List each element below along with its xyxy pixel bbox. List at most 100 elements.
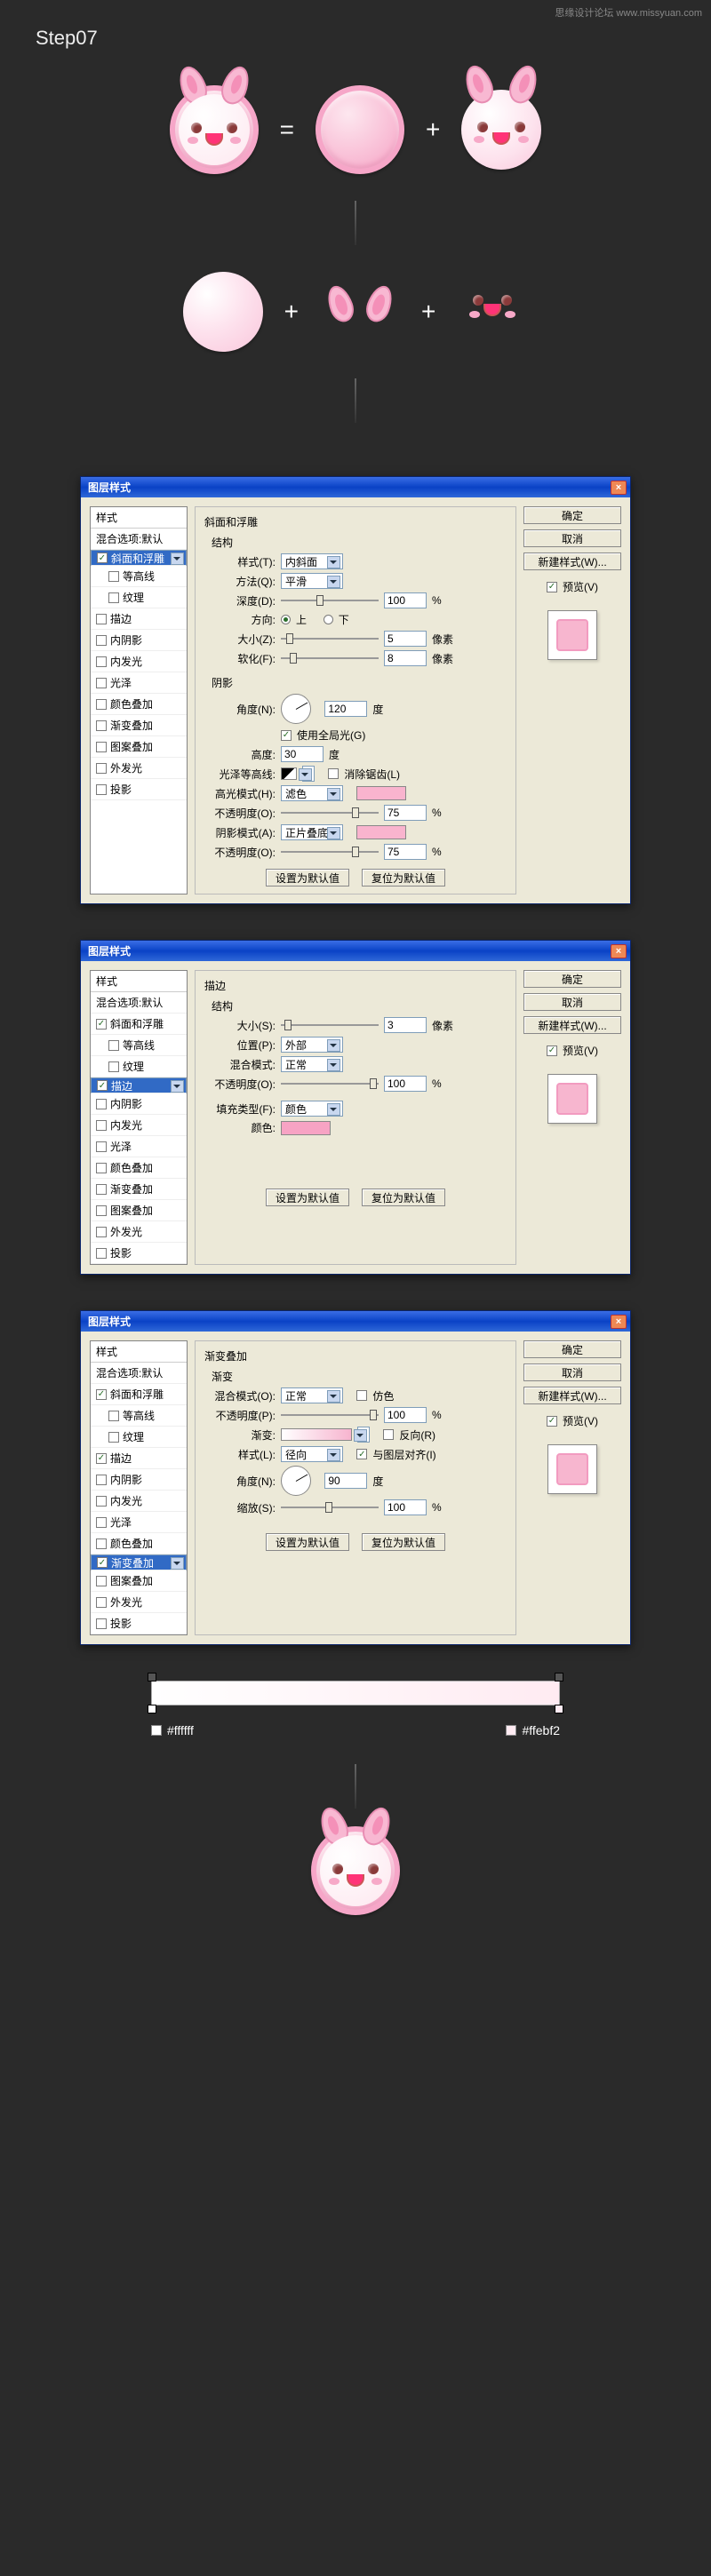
- input-opacity[interactable]: 100: [384, 1407, 427, 1423]
- list-item-coloroverlay[interactable]: 颜色叠加: [91, 1533, 187, 1554]
- cancel-button[interactable]: 取消: [523, 1364, 621, 1381]
- list-item-bevel[interactable]: 斜面和浮雕: [91, 550, 187, 566]
- checkbox-icon[interactable]: [96, 1618, 107, 1629]
- input-shadow-opacity[interactable]: 75: [384, 844, 427, 860]
- list-item-outerglow[interactable]: 外发光: [91, 1592, 187, 1613]
- list-item-innershadow[interactable]: 内阴影: [91, 1093, 187, 1115]
- select-shadow-mode[interactable]: 正片叠底: [281, 824, 343, 840]
- checkbox-preview[interactable]: [547, 1416, 557, 1427]
- list-item-stroke[interactable]: 描边: [91, 1448, 187, 1469]
- list-item-contour[interactable]: 等高线: [91, 1035, 187, 1056]
- checkbox-icon[interactable]: [108, 1040, 119, 1051]
- list-item-texture[interactable]: 纹理: [91, 1056, 187, 1077]
- style-list[interactable]: 样式 混合选项:默认 斜面和浮雕 等高线 纹理 描边 内阴影 内发光 光泽 颜色…: [90, 1340, 188, 1635]
- select-gradstyle[interactable]: 径向: [281, 1446, 343, 1462]
- select-blendmode[interactable]: 正常: [281, 1387, 343, 1403]
- slider-shadow-opacity[interactable]: [281, 845, 379, 859]
- radio-up[interactable]: [281, 615, 291, 624]
- checkbox-icon[interactable]: [96, 742, 107, 752]
- list-header-styles[interactable]: 样式: [91, 1341, 187, 1363]
- list-item-gradoverlay[interactable]: 渐变叠加: [91, 1179, 187, 1200]
- checkbox-icon[interactable]: [96, 1576, 107, 1586]
- list-item-texture[interactable]: 纹理: [91, 1427, 187, 1448]
- list-item-texture[interactable]: 纹理: [91, 587, 187, 608]
- close-icon[interactable]: ×: [611, 481, 627, 495]
- list-header-styles[interactable]: 样式: [91, 507, 187, 529]
- opacity-stop-right[interactable]: [555, 1673, 563, 1682]
- checkbox-icon[interactable]: [96, 763, 107, 774]
- checkbox-icon[interactable]: [97, 1557, 108, 1568]
- input-angle[interactable]: 120: [324, 701, 367, 717]
- slider-opacity[interactable]: [281, 1408, 379, 1422]
- reset-default-button[interactable]: 复位为默认值: [362, 1533, 445, 1551]
- make-default-button[interactable]: 设置为默认值: [266, 1189, 349, 1206]
- checkbox-preview[interactable]: [547, 1046, 557, 1056]
- input-depth[interactable]: 100: [384, 592, 427, 608]
- checkbox-icon[interactable]: [96, 1453, 107, 1464]
- list-item-coloroverlay[interactable]: 颜色叠加: [91, 694, 187, 715]
- input-opacity[interactable]: 100: [384, 1076, 427, 1092]
- slider-size[interactable]: [281, 632, 379, 646]
- list-item-innershadow[interactable]: 内阴影: [91, 1469, 187, 1491]
- select-blendmode[interactable]: 正常: [281, 1056, 343, 1072]
- checkbox-icon[interactable]: [108, 1432, 119, 1443]
- angle-dial[interactable]: [281, 1466, 311, 1496]
- list-item-contour[interactable]: 等高线: [91, 1405, 187, 1427]
- dialog-titlebar[interactable]: 图层样式 ×: [81, 941, 630, 961]
- checkbox-icon[interactable]: [108, 571, 119, 582]
- stroke-color-swatch[interactable]: [281, 1121, 331, 1135]
- checkbox-icon[interactable]: [96, 1227, 107, 1237]
- list-item-satin[interactable]: 光泽: [91, 1136, 187, 1157]
- checkbox-icon[interactable]: [96, 1389, 107, 1400]
- checkbox-preview[interactable]: [547, 582, 557, 592]
- list-item-stroke[interactable]: 描边: [91, 608, 187, 630]
- list-header-styles[interactable]: 样式: [91, 971, 187, 992]
- checkbox-icon[interactable]: [96, 720, 107, 731]
- list-blend-options[interactable]: 混合选项:默认: [91, 529, 187, 550]
- checkbox-icon[interactable]: [96, 1120, 107, 1131]
- checkbox-icon[interactable]: [96, 1163, 107, 1173]
- checkbox-globallight[interactable]: [281, 730, 292, 741]
- checkbox-icon[interactable]: [108, 1411, 119, 1421]
- input-altitude[interactable]: 30: [281, 746, 324, 762]
- list-blend-options[interactable]: 混合选项:默认: [91, 1363, 187, 1384]
- checkbox-reverse[interactable]: [383, 1429, 394, 1440]
- color-stop-left[interactable]: [148, 1705, 156, 1713]
- list-item-dropshadow[interactable]: 投影: [91, 1243, 187, 1264]
- select-filltype[interactable]: 颜色: [281, 1101, 343, 1117]
- close-icon[interactable]: ×: [611, 1315, 627, 1329]
- cancel-button[interactable]: 取消: [523, 529, 621, 547]
- slider-depth[interactable]: [281, 593, 379, 608]
- list-item-contour[interactable]: 等高线: [91, 566, 187, 587]
- make-default-button[interactable]: 设置为默认值: [266, 869, 349, 886]
- ok-button[interactable]: 确定: [523, 506, 621, 524]
- checkbox-icon[interactable]: [96, 1475, 107, 1485]
- list-item-coloroverlay[interactable]: 颜色叠加: [91, 1157, 187, 1179]
- list-item-outerglow[interactable]: 外发光: [91, 1221, 187, 1243]
- checkbox-icon[interactable]: [96, 614, 107, 624]
- checkbox-icon[interactable]: [96, 784, 107, 795]
- checkbox-icon[interactable]: [96, 678, 107, 688]
- checkbox-icon[interactable]: [96, 1538, 107, 1549]
- checkbox-icon[interactable]: [96, 1099, 107, 1109]
- color-stop-right[interactable]: [555, 1705, 563, 1713]
- ok-button[interactable]: 确定: [523, 1340, 621, 1358]
- checkbox-icon[interactable]: [108, 1061, 119, 1072]
- list-item-satin[interactable]: 光泽: [91, 672, 187, 694]
- angle-dial[interactable]: [281, 694, 311, 724]
- gloss-contour-picker[interactable]: [281, 767, 297, 780]
- checkbox-icon[interactable]: [96, 1205, 107, 1216]
- close-icon[interactable]: ×: [611, 944, 627, 958]
- input-angle[interactable]: 90: [324, 1473, 367, 1489]
- dialog-titlebar[interactable]: 图层样式 ×: [81, 1311, 630, 1332]
- checkbox-icon[interactable]: [97, 1080, 108, 1091]
- radio-down[interactable]: [324, 615, 333, 624]
- opacity-stop-left[interactable]: [148, 1673, 156, 1682]
- slider-soften[interactable]: [281, 651, 379, 665]
- input-hilight-opacity[interactable]: 75: [384, 805, 427, 821]
- checkbox-dither[interactable]: [356, 1390, 367, 1401]
- list-blend-options[interactable]: 混合选项:默认: [91, 992, 187, 1014]
- reset-default-button[interactable]: 复位为默认值: [362, 869, 445, 886]
- select-hilight-mode[interactable]: 滤色: [281, 785, 343, 801]
- style-list[interactable]: 样式 混合选项:默认 斜面和浮雕 等高线 纹理 描边 内阴影 内发光 光泽 颜色…: [90, 506, 188, 894]
